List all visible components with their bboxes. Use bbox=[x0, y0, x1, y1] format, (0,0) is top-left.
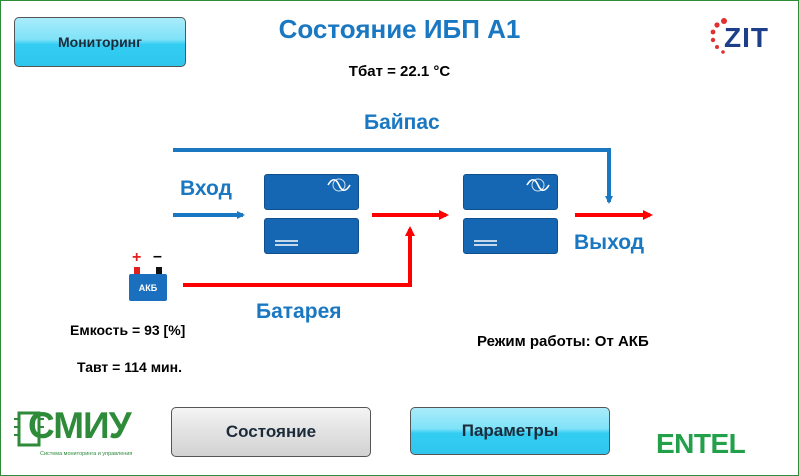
dc-lines-icon bbox=[275, 240, 298, 246]
battery-capacity: Емкость = 93 [%] bbox=[70, 322, 186, 338]
dc-lines-icon bbox=[474, 240, 497, 246]
rectifier-dc-block bbox=[264, 218, 359, 254]
operation-mode: Режим работы: От АКБ bbox=[477, 333, 649, 350]
ac-sine-icon bbox=[526, 178, 550, 192]
input-label: Вход bbox=[180, 177, 232, 200]
ac-sine-icon bbox=[327, 178, 351, 192]
battery-icon: АКБ bbox=[129, 274, 167, 301]
battery-plus-terminal bbox=[134, 267, 140, 274]
battery-minus-terminal bbox=[156, 267, 162, 274]
entel-logo: ENTEL bbox=[656, 428, 746, 459]
smiu-logo-text: СМИУ bbox=[28, 405, 132, 446]
parameters-button[interactable]: Параметры bbox=[410, 407, 610, 455]
smiu-logo-subtitle: Система мониторинга и управления bbox=[40, 451, 133, 457]
bypass-label: Байпас bbox=[364, 111, 440, 134]
smiu-logo: СМИУ Система мониторинга и управления bbox=[14, 405, 154, 463]
rectifier-ac-block bbox=[264, 174, 359, 210]
battery-label: Батарея bbox=[256, 300, 342, 323]
state-button[interactable]: Состояние bbox=[171, 407, 371, 457]
battery-minus-sign: – bbox=[153, 248, 162, 265]
output-label: Выход bbox=[574, 231, 645, 254]
inverter-dc-block bbox=[463, 218, 558, 254]
inverter-ac-block bbox=[463, 174, 558, 210]
battery-plus-sign: + bbox=[132, 249, 142, 266]
autonomy-time: Тавт = 114 мин. bbox=[77, 359, 183, 375]
